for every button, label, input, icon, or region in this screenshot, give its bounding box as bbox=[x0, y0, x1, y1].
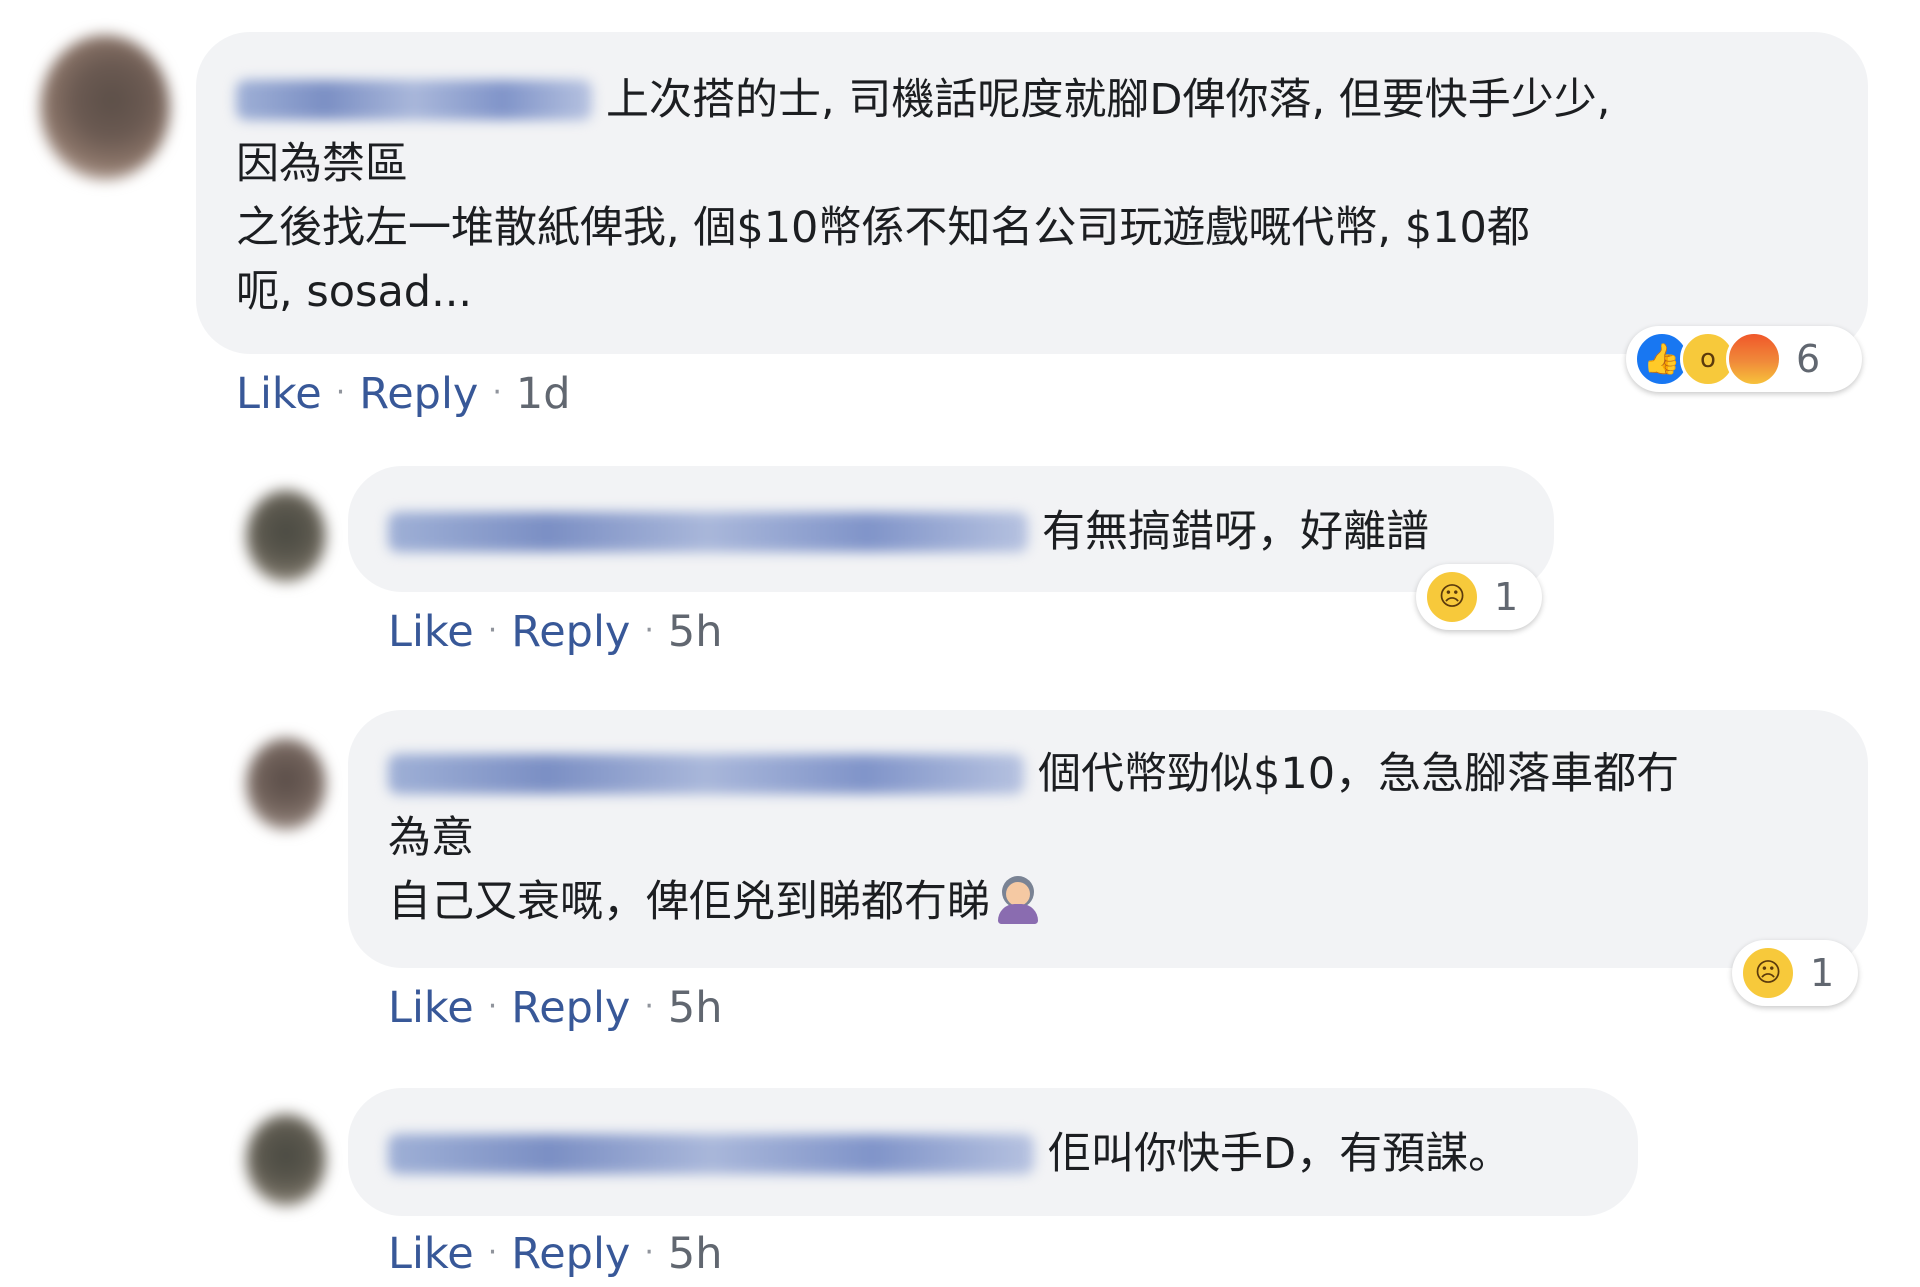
like-link[interactable]: Like bbox=[388, 983, 474, 1033]
author-name-blurred[interactable] bbox=[388, 1134, 1034, 1174]
timestamp[interactable]: 1d bbox=[516, 369, 571, 419]
like-link[interactable]: Like bbox=[388, 1229, 474, 1279]
facepalm-emoji-icon bbox=[996, 876, 1040, 924]
separator: · bbox=[335, 375, 346, 410]
author-name-blurred[interactable] bbox=[388, 512, 1028, 552]
avatar[interactable] bbox=[246, 1114, 326, 1206]
author-name-blurred[interactable] bbox=[388, 754, 1024, 794]
comment-actions: Like · Reply · 5h bbox=[388, 606, 723, 657]
separator: · bbox=[644, 1235, 654, 1270]
separator: · bbox=[492, 375, 502, 410]
separator: · bbox=[487, 1235, 498, 1270]
sad-icon: ☹ bbox=[1740, 945, 1796, 1001]
reaction-summary[interactable]: ☹ 1 bbox=[1732, 940, 1858, 1006]
comment-actions: Like · Reply · 5h bbox=[388, 1228, 723, 1279]
reaction-count: 1 bbox=[1810, 951, 1835, 995]
sad-icon: ☹ bbox=[1424, 569, 1480, 625]
reply-link[interactable]: Reply bbox=[359, 369, 478, 419]
comment-body: 個代幣勁似$10，急急腳落車都冇 為意 自己又衰嘅，俾佢兇到睇都冇睇 bbox=[388, 742, 1848, 934]
like-link[interactable]: Like bbox=[388, 607, 474, 657]
comment-text: 佢叫你快手D，有預謀。 bbox=[1048, 1129, 1512, 1179]
separator: · bbox=[487, 989, 498, 1024]
reply-link[interactable]: Reply bbox=[511, 1229, 630, 1279]
reaction-count: 6 bbox=[1796, 337, 1821, 381]
separator: · bbox=[644, 613, 654, 648]
comment-actions: Like · Reply · 1d bbox=[236, 368, 571, 419]
reaction-summary[interactable]: 👍 o 6 bbox=[1626, 326, 1862, 392]
timestamp[interactable]: 5h bbox=[668, 607, 723, 657]
reply-link[interactable]: Reply bbox=[511, 983, 630, 1033]
angry-icon bbox=[1726, 331, 1782, 387]
reaction-summary[interactable]: ☹ 1 bbox=[1416, 564, 1542, 630]
avatar[interactable] bbox=[246, 738, 326, 830]
comment-actions: Like · Reply · 5h bbox=[388, 982, 723, 1033]
comment-body: 上次搭的士, 司機話呢度就腳D俾你落, 但要快手少少, 因為禁區 之後找左一堆散… bbox=[236, 68, 1836, 324]
avatar[interactable] bbox=[246, 490, 326, 582]
comment-body: 有無搞錯呀，好離譜 bbox=[388, 500, 1538, 564]
author-name-blurred[interactable] bbox=[236, 80, 592, 120]
reply-link[interactable]: Reply bbox=[511, 607, 630, 657]
timestamp[interactable]: 5h bbox=[668, 983, 723, 1033]
separator: · bbox=[644, 989, 654, 1024]
comment-text: 有無搞錯呀，好離譜 bbox=[1042, 507, 1429, 557]
avatar[interactable] bbox=[40, 35, 170, 180]
separator: · bbox=[487, 613, 498, 648]
like-link[interactable]: Like bbox=[236, 369, 322, 419]
comment-body: 佢叫你快手D，有預謀。 bbox=[388, 1122, 1618, 1186]
timestamp[interactable]: 5h bbox=[668, 1229, 723, 1279]
reaction-count: 1 bbox=[1494, 575, 1519, 619]
